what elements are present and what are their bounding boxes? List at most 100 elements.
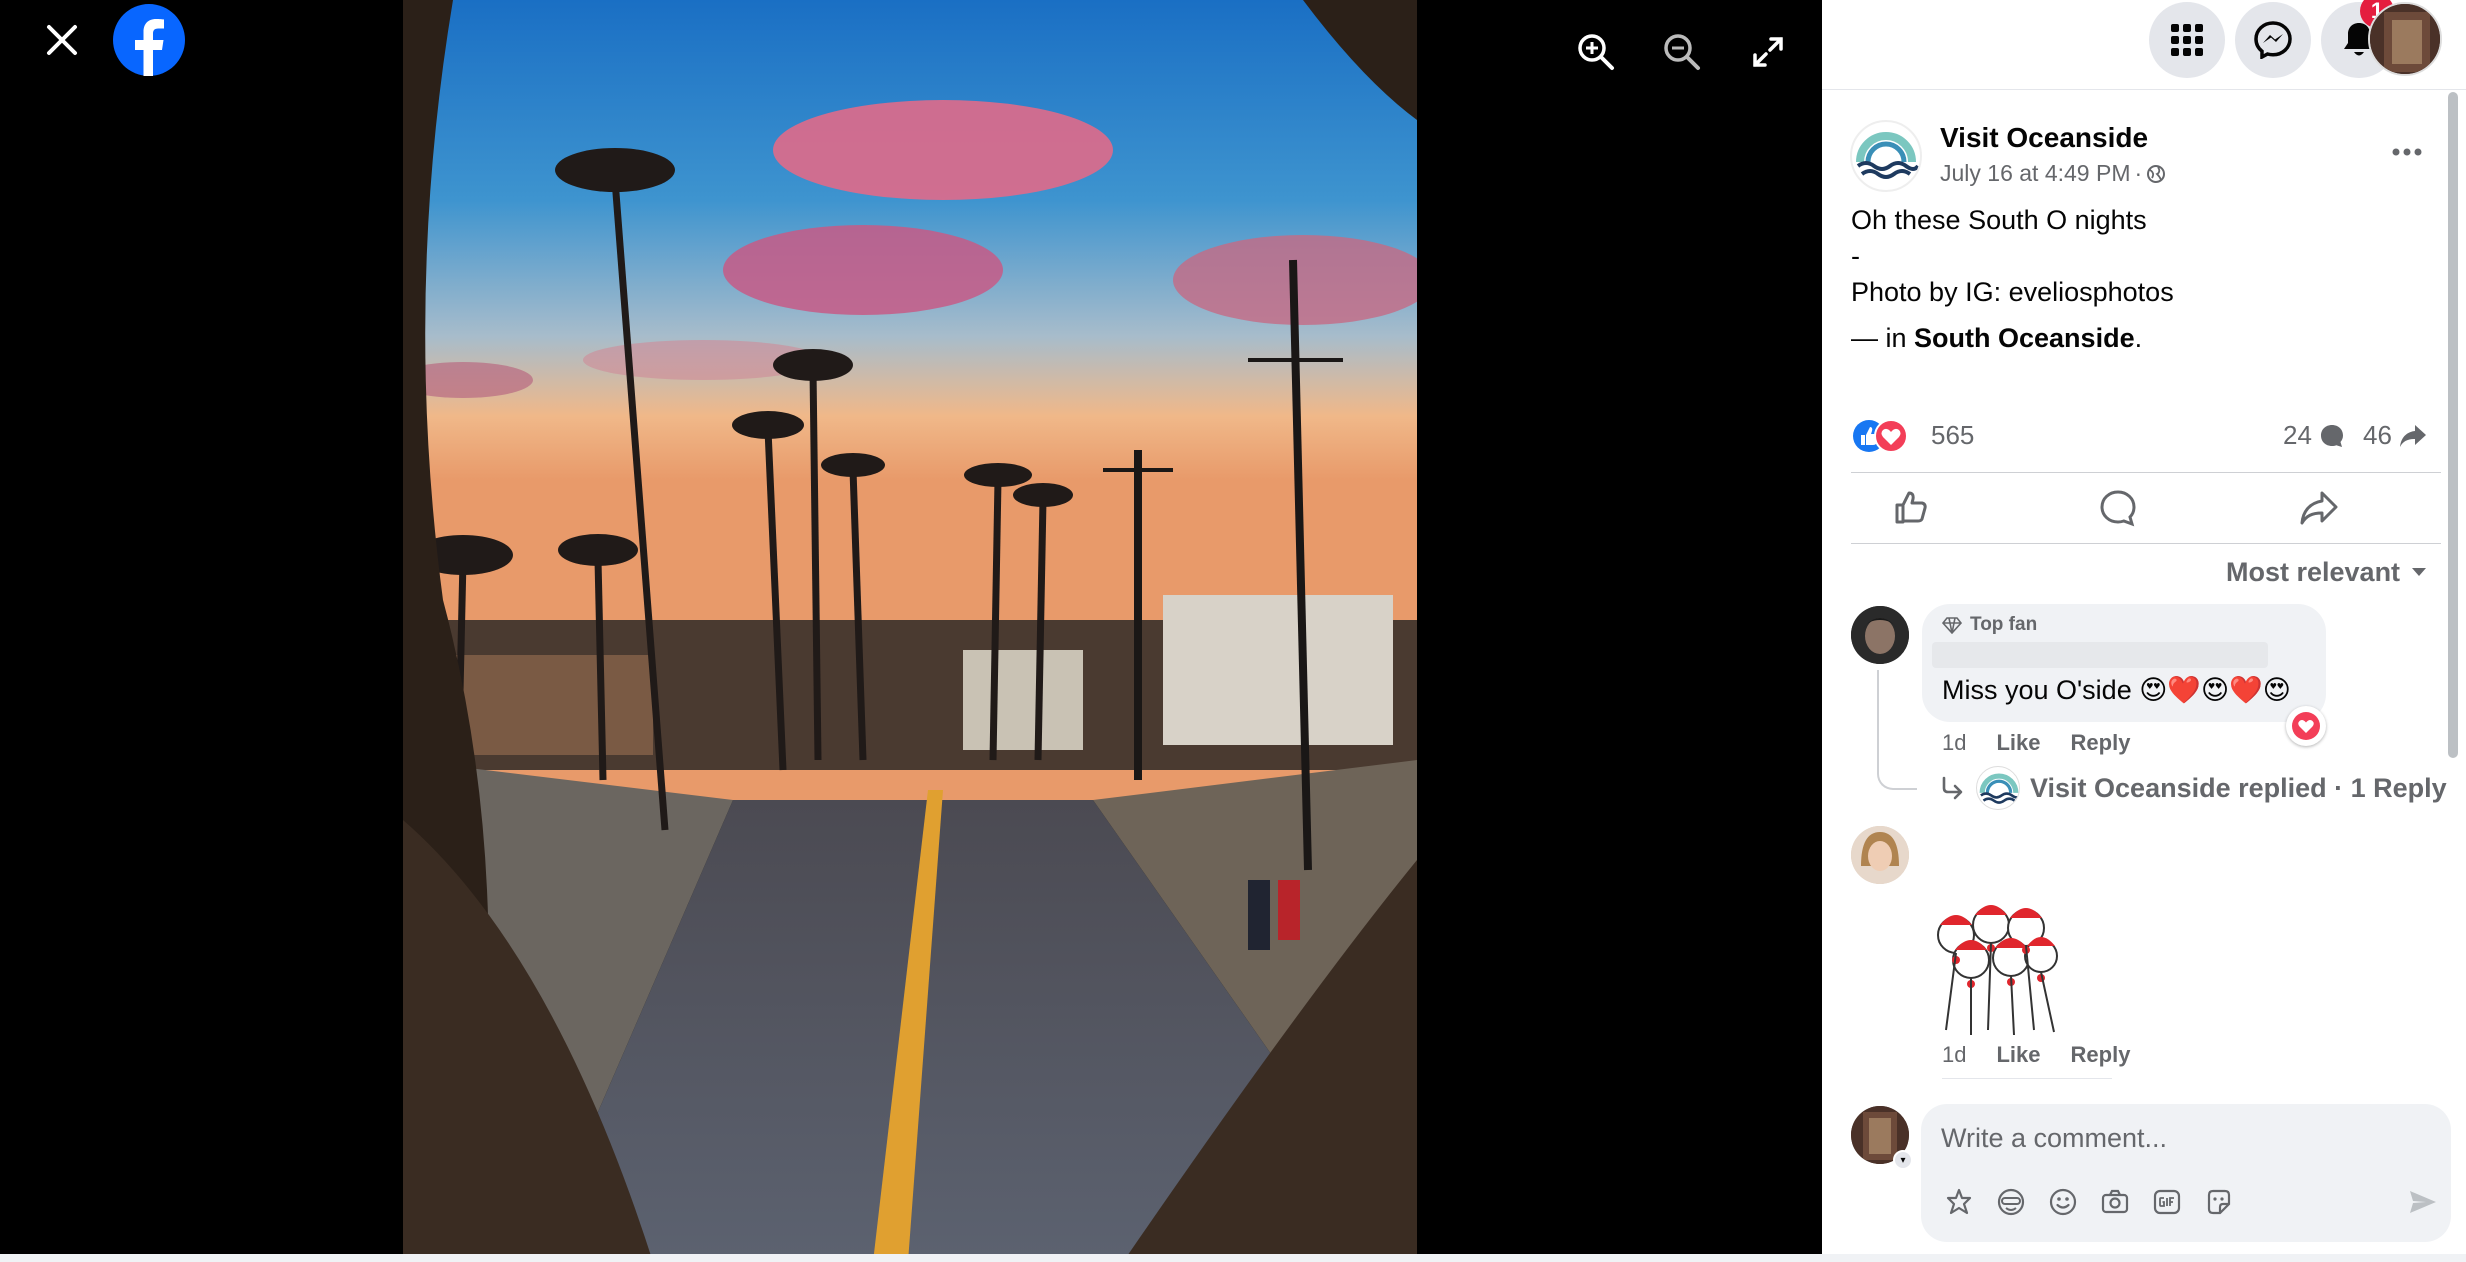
comment-button[interactable]: [2058, 479, 2178, 537]
share-count-value: 46: [2363, 420, 2392, 450]
comment-reply-button[interactable]: Reply: [2071, 1042, 2131, 1068]
chevron-down-icon[interactable]: ▾: [1893, 1150, 1913, 1170]
more-dots-icon: [2392, 148, 2422, 156]
account-avatar[interactable]: [2368, 2, 2442, 76]
santa-chickens-sticker: [1937, 905, 2058, 1036]
comment-like-button[interactable]: Like: [1996, 730, 2040, 756]
comment-actions: 1d Like Reply: [1942, 1042, 2130, 1068]
share-count[interactable]: 46: [2363, 420, 2428, 451]
reactions-summary: 565 24 46: [1851, 412, 2441, 458]
reply-thread-line: [1877, 670, 1917, 790]
comment-bubble: Top fan Miss you O'side 😍❤️😍❤️😍: [1922, 604, 2326, 722]
grid-menu-icon: [2171, 24, 2203, 56]
comment-actions: 1d Like Reply: [1942, 730, 2130, 756]
post-meta: July 16 at 4:49 PM ·: [1940, 160, 2166, 187]
emoji-button[interactable]: [2045, 1184, 2081, 1220]
comment-count-icon: [2320, 424, 2343, 447]
sort-label: Most relevant: [2226, 556, 2401, 587]
send-comment-button[interactable]: [2405, 1184, 2441, 1220]
messenger-button[interactable]: [2235, 2, 2311, 78]
post-action-bar: [1851, 472, 2441, 544]
share-arrow-icon: [2300, 491, 2338, 525]
comment-like-button[interactable]: Like: [1996, 1042, 2040, 1068]
thumbs-up-icon: [1895, 491, 1927, 524]
location-suffix: .: [2134, 323, 2143, 353]
zoom-out-icon: [1664, 34, 1700, 70]
page-avatar[interactable]: [1850, 120, 1922, 192]
visit-oceanside-logo: [1856, 132, 1920, 179]
love-reaction-icon: [2292, 712, 2320, 740]
bottom-edge: [0, 1254, 2466, 1262]
reply-arrow-icon: [1942, 776, 1963, 800]
post-text: Oh these South O nights - Photo by IG: e…: [1851, 202, 2431, 356]
commenter-avatar-image: [1851, 606, 1909, 664]
comment-input[interactable]: [1941, 1118, 2421, 1158]
zoom-in-icon: [1578, 34, 1614, 70]
facebook-home-link[interactable]: [113, 4, 185, 76]
post-text-line: Photo by IG: eveliosphotos: [1851, 277, 2174, 307]
share-count-icon: [2399, 424, 2426, 447]
menu-button[interactable]: [2149, 2, 2225, 78]
scrollbar[interactable]: [2448, 92, 2458, 758]
close-viewer-button[interactable]: [36, 14, 88, 66]
send-icon: [2410, 1191, 2436, 1213]
photo-image: [403, 0, 1417, 1262]
camera-icon: [2101, 1189, 2129, 1214]
comment-reaction[interactable]: [2286, 706, 2326, 746]
comment-divider: [1942, 1078, 2112, 1079]
emoji-mask-button[interactable]: [1993, 1184, 2029, 1220]
commenter-name-redacted: [1932, 642, 2268, 668]
post-text-line: -: [1851, 241, 1860, 271]
page-name-link[interactable]: Visit Oceanside: [1940, 122, 2148, 154]
sticker-icon: [2207, 1189, 2231, 1215]
location-link[interactable]: South Oceanside: [1914, 323, 2135, 353]
composer-tools: [1941, 1184, 2237, 1220]
sticker-button[interactable]: [2201, 1184, 2237, 1220]
comment-composer: ▾: [1851, 1104, 2451, 1244]
view-replies-link[interactable]: Visit Oceanside replied · 1 Reply: [1940, 766, 2447, 810]
reaction-count[interactable]: 565: [1931, 420, 1974, 451]
love-reaction-icon: [1874, 419, 1908, 453]
photo-button[interactable]: [2097, 1184, 2133, 1220]
gif-icon: [2153, 1189, 2181, 1215]
comment-sticker[interactable]: [1916, 890, 2076, 1040]
fullscreen-button[interactable]: [1740, 24, 1796, 80]
top-fan-badge[interactable]: Top fan: [1942, 614, 2037, 636]
reaction-icons[interactable]: [1851, 418, 1923, 454]
comment-count[interactable]: 24: [2283, 420, 2346, 451]
diamond-icon: [1942, 617, 1962, 634]
avatar-sticker-icon: [1946, 1188, 1972, 1215]
visit-oceanside-logo: [1979, 773, 2019, 804]
like-button[interactable]: [1851, 479, 1971, 537]
location-prefix: — in: [1851, 323, 1915, 353]
account-avatar-image: [2370, 4, 2440, 74]
post-header: Visit Oceanside July 16 at 4:49 PM ·: [1850, 118, 2410, 198]
replies-text: Visit Oceanside replied · 1 Reply: [2030, 772, 2447, 803]
commenter-avatar[interactable]: [1851, 606, 1909, 664]
post-text-line: Oh these South O nights: [1851, 205, 2147, 235]
emoji-mask-icon: [1997, 1188, 2025, 1216]
close-icon: [47, 25, 77, 55]
post-panel: 1 Visit Oceanside July 16 at 4:49 PM · O…: [1822, 0, 2466, 1262]
photo-viewer: [0, 0, 1822, 1262]
share-button[interactable]: [2259, 479, 2379, 537]
smiley-icon: [2049, 1188, 2077, 1216]
post-location-line: — in South Oceanside.: [1851, 320, 2431, 356]
commenter-avatar[interactable]: [1851, 826, 1909, 884]
facebook-logo-icon: [135, 19, 164, 76]
post-photo[interactable]: [403, 0, 1417, 1262]
top-bar: 1: [1822, 0, 2466, 90]
badge-label: Top fan: [1970, 614, 2038, 635]
comment-bubble-icon: [2100, 490, 2136, 527]
post-timestamp[interactable]: July 16 at 4:49 PM: [1940, 160, 2131, 187]
zoom-out-button[interactable]: [1654, 24, 1710, 80]
comment-sort-dropdown[interactable]: Most relevant: [2226, 552, 2446, 592]
gif-button[interactable]: [2149, 1184, 2185, 1220]
post-options-button[interactable]: [2382, 130, 2432, 174]
comment-time[interactable]: 1d: [1942, 730, 1966, 756]
avatar-sticker-button[interactable]: [1941, 1184, 1977, 1220]
commenter-avatar-image: [1851, 826, 1909, 884]
zoom-in-button[interactable]: [1568, 24, 1624, 80]
comment-time[interactable]: 1d: [1942, 1042, 1966, 1068]
comment-reply-button[interactable]: Reply: [2071, 730, 2131, 756]
